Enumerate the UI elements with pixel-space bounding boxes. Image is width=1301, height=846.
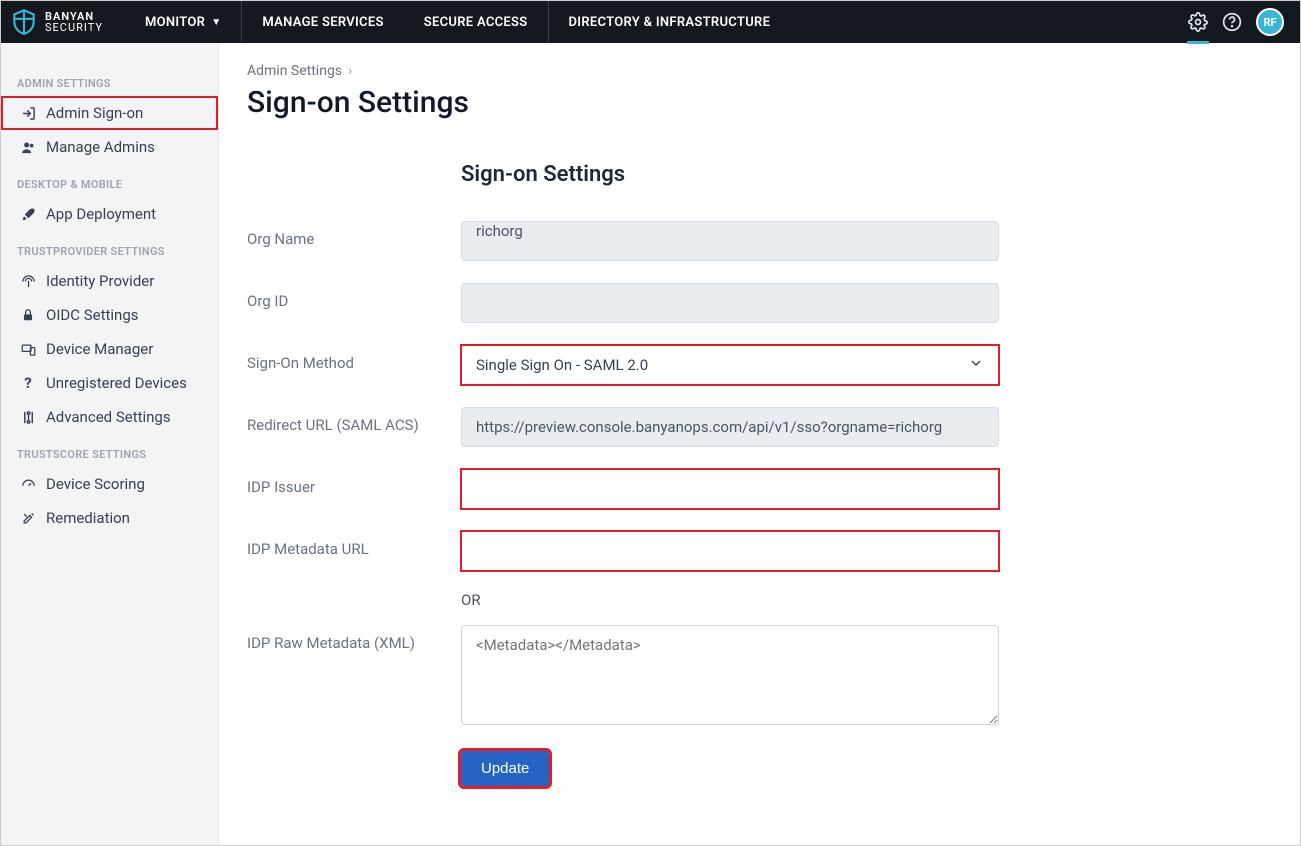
users-icon xyxy=(20,140,36,155)
sidebar-heading-desktop-mobile: DESKTOP & MOBILE xyxy=(1,164,218,197)
sidebar-item-label: Device Scoring xyxy=(46,475,145,493)
fingerprint-icon xyxy=(20,274,36,289)
sidebar-item-label: Identity Provider xyxy=(46,272,154,290)
idp-metadata-url-input[interactable] xyxy=(461,531,999,571)
sliders-icon xyxy=(20,410,36,425)
signon-method-value: Single Sign On - SAML 2.0 xyxy=(476,356,648,374)
breadcrumb: Admin Settings › xyxy=(247,63,1256,79)
breadcrumb-parent[interactable]: Admin Settings xyxy=(247,63,342,79)
sidebar-item-unregistered-devices[interactable]: ? Unregistered Devices xyxy=(1,366,218,400)
sidebar-heading-trustprovider: TRUSTPROVIDER SETTINGS xyxy=(1,231,218,264)
sidebar-item-advanced-settings[interactable]: Advanced Settings xyxy=(1,400,218,434)
help-icon xyxy=(1222,12,1242,32)
sidebar-item-device-manager[interactable]: Device Manager xyxy=(1,332,218,366)
sidebar-heading-trustscore: TRUSTSCORE SETTINGS xyxy=(1,434,218,467)
label-redirect-url: Redirect URL (SAML ACS) xyxy=(247,407,461,434)
sidebar-item-label: App Deployment xyxy=(46,205,156,223)
sidebar-item-label: Unregistered Devices xyxy=(46,374,187,392)
signon-icon xyxy=(20,106,36,121)
label-signon-method: Sign-On Method xyxy=(247,345,461,372)
sidebar-item-app-deployment[interactable]: App Deployment xyxy=(1,197,218,231)
sidebar-item-remediation[interactable]: Remediation xyxy=(1,501,218,535)
org-name-input: richorg xyxy=(461,221,999,261)
redirect-url-input: https://preview.console.banyanops.com/ap… xyxy=(461,407,999,447)
nav-directory-infrastructure[interactable]: DIRECTORY & INFRASTRUCTURE xyxy=(549,1,791,43)
label-idp-metadata-url: IDP Metadata URL xyxy=(247,531,461,558)
sidebar-item-oidc-settings[interactable]: OIDC Settings xyxy=(1,298,218,332)
main-content: Admin Settings › Sign-on Settings Sign-o… xyxy=(219,43,1300,845)
devices-icon xyxy=(20,342,36,357)
sidebar-item-label: Advanced Settings xyxy=(46,408,171,426)
user-avatar[interactable]: RF xyxy=(1256,8,1284,36)
signon-method-select[interactable]: Single Sign On - SAML 2.0 xyxy=(461,345,999,385)
nav-secure-access[interactable]: SECURE ACCESS xyxy=(404,1,548,43)
sidebar-item-label: Device Manager xyxy=(46,340,153,358)
sidebar-heading-admin-settings: ADMIN SETTINGS xyxy=(1,63,218,96)
tools-icon xyxy=(20,511,36,526)
nav-manage-services[interactable]: MANAGE SERVICES xyxy=(242,1,403,43)
update-button[interactable]: Update xyxy=(461,751,549,786)
gauge-icon xyxy=(20,477,36,492)
settings-button[interactable] xyxy=(1188,1,1208,43)
lock-icon xyxy=(20,308,36,322)
label-org-name: Org Name xyxy=(247,221,461,248)
brand-name-bottom: SECURITY xyxy=(45,22,103,33)
section-title: Sign-on Settings xyxy=(461,162,1256,187)
sidebar-item-identity-provider[interactable]: Identity Provider xyxy=(1,264,218,298)
idp-raw-metadata-textarea[interactable] xyxy=(461,625,999,725)
rocket-icon xyxy=(20,207,36,222)
sidebar-item-device-scoring[interactable]: Device Scoring xyxy=(1,467,218,501)
idp-issuer-input[interactable] xyxy=(461,469,999,509)
sidebar-item-label: OIDC Settings xyxy=(46,306,139,324)
sidebar-item-label: Manage Admins xyxy=(46,138,155,156)
help-button[interactable] xyxy=(1222,12,1242,32)
sidebar-item-manage-admins[interactable]: Manage Admins xyxy=(1,130,218,164)
label-org-id: Org ID xyxy=(247,283,461,310)
chevron-right-icon: › xyxy=(348,63,352,79)
question-icon: ? xyxy=(20,374,36,392)
sidebar-item-label: Remediation xyxy=(46,509,130,527)
nav-monitor[interactable]: MONITOR ▼ xyxy=(125,1,241,43)
or-separator: OR xyxy=(461,591,1256,609)
sidebar-item-label: Admin Sign-on xyxy=(46,104,143,122)
chevron-down-icon xyxy=(968,355,984,375)
sidebar-item-admin-signon[interactable]: Admin Sign-on xyxy=(1,96,218,130)
label-idp-raw-metadata: IDP Raw Metadata (XML) xyxy=(247,625,461,652)
page-title: Sign-on Settings xyxy=(247,85,1256,120)
shield-logo-icon xyxy=(11,8,37,36)
label-idp-issuer: IDP Issuer xyxy=(247,469,461,496)
chevron-down-icon: ▼ xyxy=(211,17,221,28)
brand-logo[interactable]: BANYAN SECURITY xyxy=(1,1,125,43)
top-navigation: BANYAN SECURITY MONITOR ▼ MANAGE SERVICE… xyxy=(1,1,1300,43)
sidebar: ADMIN SETTINGS Admin Sign-on Manage Admi… xyxy=(1,43,219,845)
gear-icon xyxy=(1188,12,1208,32)
org-id-input xyxy=(461,283,999,323)
